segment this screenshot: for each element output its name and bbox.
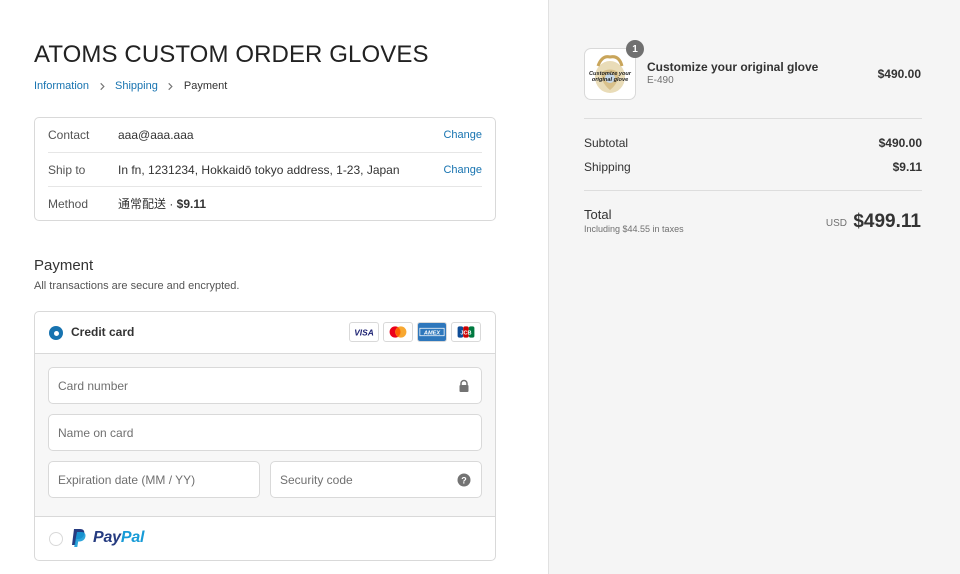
paypal-radio[interactable] [49, 532, 63, 546]
review-row-ship-to: Ship to In fn, 1231234, Hokkaidō tokyo a… [48, 152, 482, 186]
help-icon[interactable]: ? [457, 473, 471, 487]
mastercard-icon [383, 322, 413, 342]
review-row-contact: Contact aaa@aaa.aaa Change [48, 118, 482, 152]
expiration-date-input[interactable] [49, 462, 259, 497]
breadcrumb-payment: Payment [183, 80, 228, 92]
breadcrumb: Information Shipping Payment [34, 80, 227, 92]
change-contact-link[interactable]: Change [443, 129, 482, 141]
security-code-field[interactable]: ? [270, 461, 482, 498]
security-code-input[interactable] [271, 462, 481, 497]
credit-card-label[interactable]: Credit card [71, 325, 134, 339]
card-brand-logos: VISA AMEX JCB [349, 322, 481, 342]
review-row-method: Method 通常配送 · $9.11 [48, 186, 482, 220]
method-value: 通常配送 · $9.11 [118, 195, 482, 212]
svg-text:AMEX: AMEX [423, 330, 441, 336]
name-on-card-field[interactable] [48, 414, 482, 451]
svg-text:VISA: VISA [354, 327, 374, 337]
order-summary: Customize your original glove 1 Customiz… [548, 0, 960, 574]
amex-icon: AMEX [417, 322, 447, 342]
subtotal-value: $490.00 [878, 136, 922, 150]
glove-image: Customize your original glove [588, 52, 632, 96]
expiration-date-field[interactable] [48, 461, 260, 498]
summary-divider [584, 118, 922, 119]
shipping-label: Shipping [584, 160, 631, 174]
total-currency: USD [825, 218, 847, 229]
change-ship-to-link[interactable]: Change [443, 164, 482, 176]
jcb-icon: JCB [451, 322, 481, 342]
quantity-badge: 1 [626, 40, 644, 58]
ship-to-label: Ship to [48, 162, 86, 177]
payment-title: Payment [34, 257, 94, 274]
payment-subtitle: All transactions are secure and encrypte… [34, 280, 240, 292]
item-price: $490.00 [877, 67, 921, 81]
chevron-right-icon [166, 81, 176, 91]
svg-text:JCB: JCB [460, 330, 471, 336]
store-title[interactable]: ATOMS CUSTOM ORDER GLOVES [34, 41, 429, 69]
paypal-wordmark-pay: Pay [93, 529, 121, 546]
total-label: Total [584, 207, 612, 222]
subtotal-label: Subtotal [584, 136, 629, 150]
visa-icon: VISA [349, 322, 379, 342]
card-number-input[interactable] [49, 368, 481, 403]
ship-to-value: In fn, 1231234, Hokkaidō tokyo address, … [118, 162, 400, 177]
breadcrumb-information[interactable]: Information [34, 80, 89, 92]
contact-label: Contact [48, 128, 90, 142]
name-on-card-input[interactable] [49, 415, 481, 450]
item-variant: E-490 [647, 75, 674, 86]
paypal-wordmark: PayPal [93, 529, 145, 547]
review-box: Contact aaa@aaa.aaa Change Ship to In fn… [34, 117, 496, 221]
item-name: Customize your original glove [647, 60, 819, 74]
chevron-right-icon [97, 81, 107, 91]
paypal-icon [72, 529, 86, 547]
credit-card-radio[interactable] [49, 326, 63, 340]
credit-card-option[interactable]: Credit card VISA AMEX JCB [35, 312, 495, 354]
paypal-wordmark-pal: Pal [120, 529, 145, 546]
total-amount: $499.11 [853, 211, 921, 232]
taxes-note: Including $44.55 in taxes [584, 224, 684, 234]
credit-card-fields: ? [35, 354, 495, 517]
svg-text:?: ? [461, 475, 467, 485]
thumbnail-caption-2: original glove [592, 77, 628, 83]
checkout-main: ATOMS CUSTOM ORDER GLOVES Information Sh… [0, 0, 548, 574]
method-price: $9.11 [176, 197, 207, 211]
card-number-field[interactable] [48, 367, 482, 404]
breadcrumb-shipping[interactable]: Shipping [115, 80, 158, 92]
shipping-value: $9.11 [892, 160, 922, 174]
method-name: 通常配送 · [118, 197, 177, 211]
payment-methods: Credit card VISA AMEX JCB Card number Na… [34, 311, 496, 561]
paypal-logo[interactable]: PayPal [71, 528, 145, 548]
summary-divider [584, 190, 922, 191]
method-label: Method [48, 196, 89, 211]
paypal-option[interactable]: PayPal [35, 517, 495, 560]
lock-icon [457, 379, 471, 393]
contact-value: aaa@aaa.aaa [118, 128, 194, 142]
